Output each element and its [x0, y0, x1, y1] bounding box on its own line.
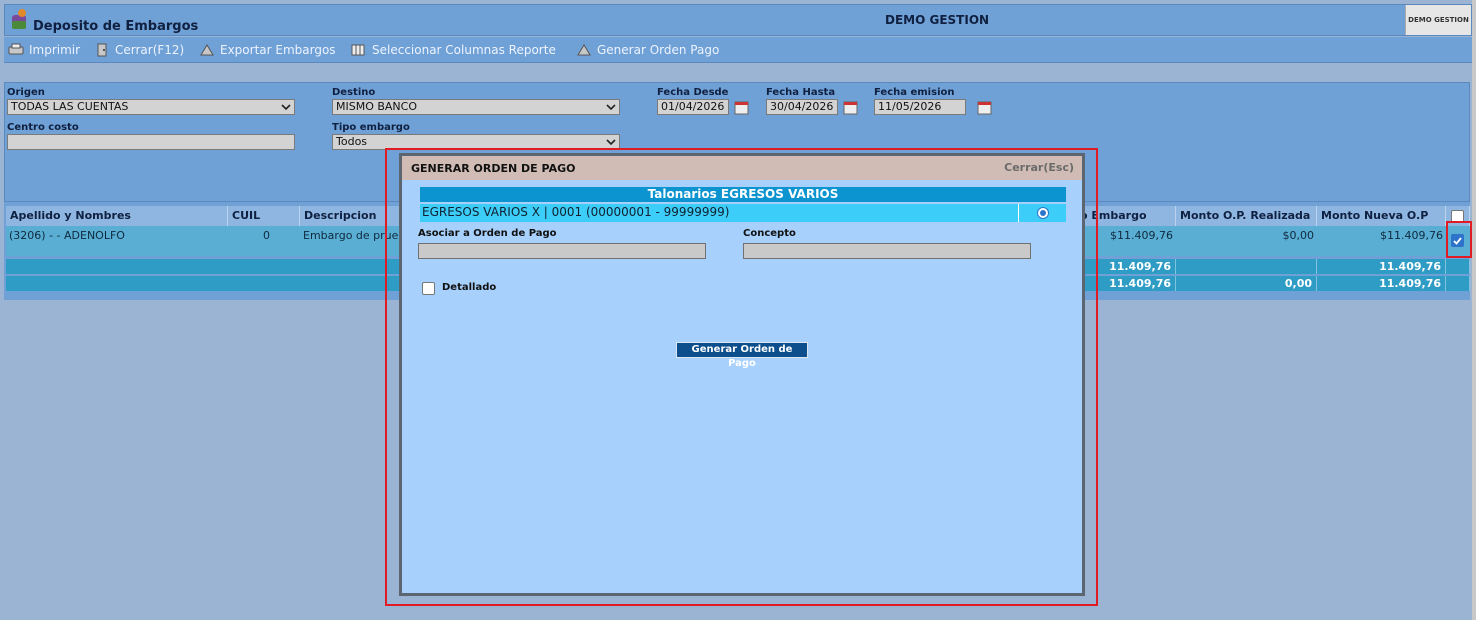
columns-icon: [351, 44, 365, 56]
title-bar: Deposito de Embargos DEMO GESTION DEMO G…: [4, 4, 1472, 36]
total1-end: [1446, 259, 1470, 274]
print-button[interactable]: Imprimir: [8, 41, 80, 59]
generate-payment-order-button[interactable]: Generar Orden Pago: [576, 41, 719, 59]
modal-highlight-box: [385, 148, 1098, 606]
chevron-down-icon: [606, 139, 616, 146]
col-monto-nueva-op[interactable]: Monto Nueva O.P: [1317, 206, 1446, 226]
fecha-desde-label: Fecha Desde: [657, 87, 729, 98]
print-label: Imprimir: [29, 43, 81, 57]
destino-label: Destino: [332, 87, 376, 98]
total1-monto-op-realizada: [1176, 259, 1317, 274]
col-cuil[interactable]: CUIL: [228, 206, 300, 226]
printer-icon: [8, 43, 24, 55]
chevron-down-icon: [606, 104, 616, 111]
total2-monto-nueva-op: 11.409,76: [1317, 276, 1446, 291]
col-apellido[interactable]: Apellido y Nombres: [6, 206, 228, 226]
calendar-icon[interactable]: [733, 99, 751, 117]
select-columns-button[interactable]: Seleccionar Columnas Reporte: [351, 41, 556, 59]
export-embargos-button[interactable]: Exportar Embargos: [199, 41, 336, 59]
payment-order-icon: [577, 44, 591, 56]
select-columns-label: Seleccionar Columnas Reporte: [372, 43, 556, 57]
toolbar: Imprimir Cerrar(F12) Exportar Embargos S…: [4, 37, 1472, 63]
fecha-emision-label: Fecha emision: [874, 87, 955, 98]
close-label: Cerrar(F12): [115, 43, 185, 57]
tipo-embargo-label: Tipo embargo: [332, 122, 410, 133]
centro-costo-label: Centro costo: [7, 122, 79, 133]
destino-select[interactable]: MISMO BANCO: [332, 99, 620, 115]
chevron-down-icon: [281, 104, 291, 111]
row-apellido: (3206) - - ADENOLFO: [6, 226, 228, 256]
fecha-hasta-label: Fecha Hasta: [766, 87, 836, 98]
calendar-icon[interactable]: [976, 99, 994, 117]
export-label: Exportar Embargos: [220, 43, 336, 57]
row-monto-op-realizada: $0,00: [1176, 226, 1317, 256]
company-logo: DEMO GESTION: [1405, 5, 1471, 35]
fecha-emision-input[interactable]: 11/05/2026: [874, 99, 966, 115]
export-icon: [200, 44, 214, 56]
app-logo-icon: [12, 9, 26, 29]
origen-label: Origen: [7, 87, 45, 98]
company-title: DEMO GESTION: [885, 13, 990, 27]
close-door-icon: [97, 43, 107, 57]
origen-value: TODAS LAS CUENTAS: [11, 100, 129, 113]
calendar-icon[interactable]: [842, 99, 860, 117]
row-monto-nueva-op: $11.409,76: [1317, 226, 1446, 256]
destino-value: MISMO BANCO: [336, 100, 418, 113]
generate-order-label: Generar Orden Pago: [597, 43, 720, 57]
centro-costo-input[interactable]: [7, 134, 295, 150]
total1-monto-nueva-op: 11.409,76: [1317, 259, 1446, 274]
window-title: Deposito de Embargos: [33, 19, 199, 34]
page-scrollbar[interactable]: [1472, 0, 1476, 620]
total2-monto-op-realizada: 0,00: [1176, 276, 1317, 291]
col-monto-op-realizada[interactable]: Monto O.P. Realizada: [1176, 206, 1317, 226]
origen-select[interactable]: TODAS LAS CUENTAS: [7, 99, 295, 115]
checkbox-highlight-box: [1446, 221, 1472, 258]
row-cuil: 0: [228, 226, 300, 256]
fecha-desde-input[interactable]: 01/04/2026: [657, 99, 729, 115]
close-f12-button[interactable]: Cerrar(F12): [94, 41, 184, 59]
fecha-hasta-input[interactable]: 30/04/2026: [766, 99, 838, 115]
total2-end: [1446, 276, 1470, 291]
tipo-embargo-value: Todos: [336, 135, 368, 148]
